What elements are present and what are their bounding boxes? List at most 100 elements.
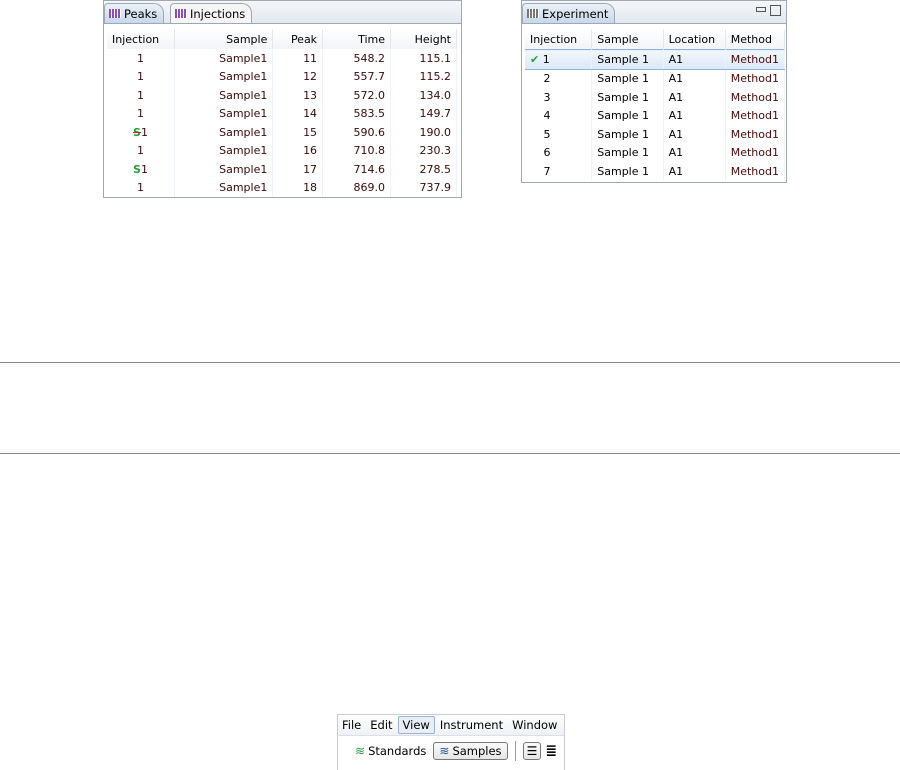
cell-location: A1 (663, 69, 726, 88)
cell-injection: 1 (107, 67, 175, 86)
cell-time: 557.7 (322, 67, 392, 86)
standards-button[interactable]: ≋ Standards (352, 744, 429, 758)
minimize-icon[interactable] (756, 7, 766, 12)
peaks-table: Injection Sample Peak Time Height 1 Samp… (107, 29, 457, 197)
cell-injection: 1 (107, 49, 175, 68)
standards-icon: ≋ (355, 744, 366, 758)
cell-sample: Sample 1 (591, 106, 664, 125)
cell-method: Method1 (725, 143, 786, 162)
cell-height: 115.1 (390, 49, 457, 68)
column-header-injection[interactable]: Injection (107, 29, 175, 49)
column-header-sample[interactable]: Sample (591, 29, 664, 50)
cell-injection: 2 (525, 69, 593, 88)
cell-sample: Sample 1 (591, 125, 664, 144)
menu-bar: File Edit View Instrument Window (338, 715, 564, 736)
tab-peaks[interactable]: Peaks (104, 3, 165, 23)
view-toolbar: ≋ Standards ≋ Samples ☰ ≣ (338, 736, 564, 766)
table-row[interactable]: ✔ 1 Sample 1 A1 Method1 (525, 49, 786, 70)
cell-location: A1 (663, 143, 726, 162)
menu-file[interactable]: File (338, 717, 365, 733)
cell-sample: Sample1 (174, 86, 274, 105)
detail-list-button[interactable]: ≣ (545, 743, 557, 759)
cell-height: 230.3 (390, 141, 457, 160)
table-row[interactable]: 4 Sample 1 A1 Method1 (525, 106, 786, 125)
cell-injection: S1 (107, 123, 175, 142)
experiment-table: Injection Sample Location Method ✔ 1 Sam… (525, 29, 786, 181)
menu-view[interactable]: View (397, 716, 435, 734)
column-header-injection[interactable]: Injection (525, 29, 593, 50)
table-row[interactable]: 5 Sample 1 A1 Method1 (525, 125, 786, 144)
cell-method: Method1 (725, 49, 786, 70)
menu-window[interactable]: Window (508, 717, 561, 733)
cell-time: 572.0 (322, 86, 392, 105)
cell-method: Method1 (725, 69, 786, 88)
cell-injection: S1 (107, 160, 175, 179)
column-header-method[interactable]: Method (725, 29, 786, 50)
cell-injection: 1 (107, 141, 175, 160)
table-row[interactable]: 2 Sample 1 A1 Method1 (525, 69, 786, 88)
cell-peak: 17 (272, 160, 324, 179)
cell-location: A1 (663, 162, 726, 181)
cell-height: 149.7 (390, 104, 457, 123)
samples-label: Samples (452, 744, 502, 758)
samples-icon: ≋ (439, 744, 450, 758)
cell-sample: Sample 1 (591, 143, 664, 162)
cell-sample: Sample 1 (591, 69, 664, 88)
column-header-height[interactable]: Height (390, 29, 457, 49)
cell-sample: Sample1 (174, 178, 274, 197)
table-row[interactable]: 1 Sample1 14 583.5 149.7 (107, 104, 457, 123)
cell-peak: 13 (272, 86, 324, 105)
table-row[interactable]: 6 Sample 1 A1 Method1 (525, 143, 786, 162)
table-row[interactable]: 1 Sample1 18 869.0 737.9 (107, 178, 457, 197)
table-row[interactable]: 1 Sample1 16 710.8 230.3 (107, 141, 457, 160)
samples-button[interactable]: ≋ Samples (433, 742, 508, 760)
standard-removed-marker-icon: S (133, 125, 141, 139)
cell-location: A1 (663, 88, 726, 107)
menu-instrument[interactable]: Instrument (436, 717, 507, 733)
cell-injection: 3 (525, 88, 593, 107)
menu-edit[interactable]: Edit (366, 717, 396, 733)
table-row[interactable]: 3 Sample 1 A1 Method1 (525, 88, 786, 107)
cell-location: A1 (663, 125, 726, 144)
table-row[interactable]: 7 Sample 1 A1 Method1 (525, 162, 786, 181)
list-icon: ☰ (526, 744, 538, 758)
cell-height: 737.9 (390, 178, 457, 197)
cell-injection: 7 (525, 162, 593, 181)
cell-method: Method1 (725, 125, 786, 144)
table-row[interactable]: 1 Sample1 12 557.7 115.2 (107, 67, 457, 86)
table-row[interactable]: 1 Sample1 11 548.2 115.1 (107, 49, 457, 68)
tab-injections[interactable]: Injections (170, 3, 253, 23)
app-toolbar: File Edit View Instrument Window ≋ Standards… (337, 714, 565, 770)
table-row[interactable]: 1 Sample1 13 572.0 134.0 (107, 86, 457, 105)
list-view-button[interactable]: ☰ (522, 742, 542, 760)
cell-sample: Sample1 (174, 104, 274, 123)
detail-list-icon: ≣ (545, 743, 558, 759)
table-row[interactable]: S1 Sample1 15 590.6 190.0 (107, 123, 457, 142)
divider (0, 362, 900, 363)
cell-method: Method1 (725, 88, 786, 107)
maximize-icon[interactable] (770, 5, 781, 16)
cell-height: 278.5 (390, 160, 457, 179)
tab-label: Experiment (542, 6, 609, 21)
check-icon: ✔ (530, 52, 540, 66)
column-header-sample[interactable]: Sample (174, 29, 274, 49)
cell-peak: 12 (272, 67, 324, 86)
table-row[interactable]: S1 Sample1 17 714.6 278.5 (107, 160, 457, 179)
tab-experiment[interactable]: Experiment (522, 3, 616, 23)
cell-time: 590.6 (322, 123, 392, 142)
column-header-location[interactable]: Location (663, 29, 726, 50)
cell-sample: Sample 1 (591, 88, 664, 107)
cell-injection: 1 (107, 178, 175, 197)
cell-peak: 16 (272, 141, 324, 160)
grid-icon (109, 9, 121, 18)
divider (0, 453, 900, 454)
cell-sample: Sample 1 (591, 49, 664, 70)
cell-location: A1 (663, 106, 726, 125)
separator (514, 741, 516, 761)
cell-sample: Sample1 (174, 67, 274, 86)
cell-injection: 1 (107, 104, 175, 123)
cell-injection: 6 (525, 143, 593, 162)
column-header-peak[interactable]: Peak (272, 29, 324, 49)
cell-sample: Sample 1 (591, 162, 664, 181)
column-header-time[interactable]: Time (322, 29, 392, 49)
